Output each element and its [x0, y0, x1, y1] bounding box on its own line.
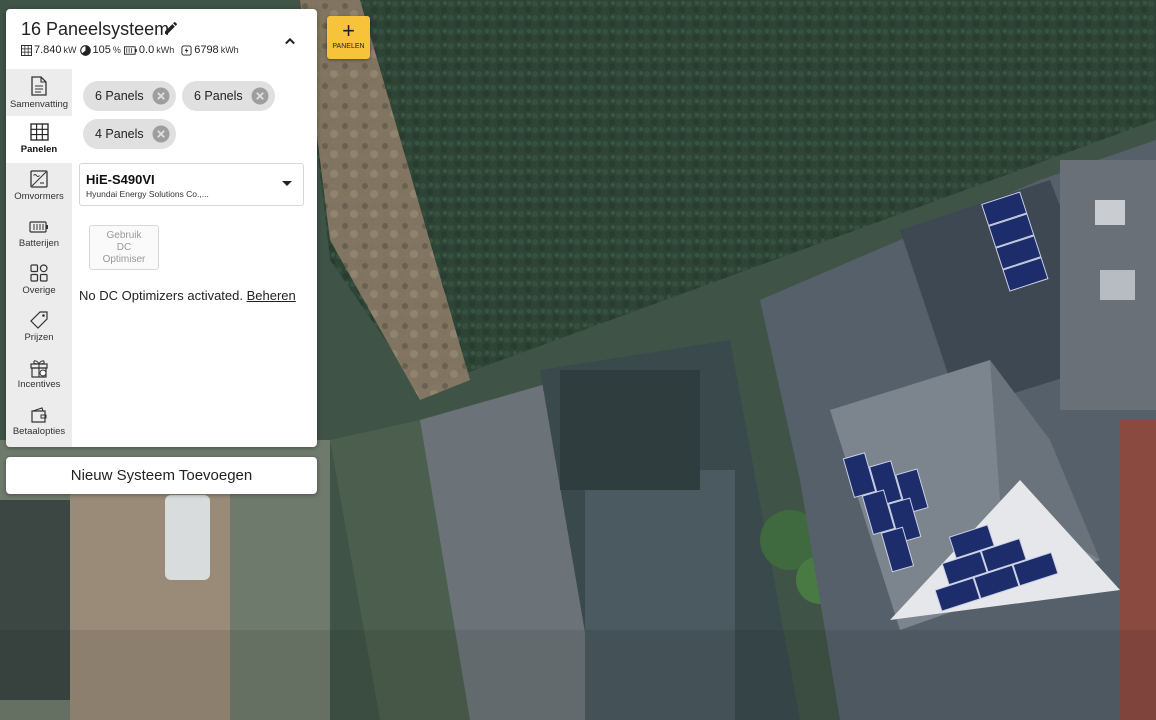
nav-label: Omvormers [14, 191, 64, 202]
nav-item-prijzen[interactable]: Prijzen [6, 304, 72, 351]
plus-icon: + [342, 18, 355, 43]
chip-label: 4 Panels [95, 127, 144, 141]
stat-production-value: 6798 [194, 44, 219, 56]
price-tag-icon [30, 311, 48, 329]
solar-panel-icon [21, 44, 32, 56]
stat-ratio: 105 % [79, 44, 121, 56]
button-line: Optimiser [102, 254, 146, 265]
wallet-icon [31, 407, 47, 423]
system-title: 16 Paneelsysteem [21, 19, 170, 39]
chip-label: 6 Panels [194, 89, 243, 103]
panel-group-chip[interactable]: 6 Panels [83, 81, 176, 111]
stat-ratio-value: 105 [92, 44, 111, 56]
system-panel: 16 Paneelsysteem 7.840 kW 105 % 0.0 kWh … [6, 9, 317, 447]
battery-icon [29, 221, 48, 233]
nav-label: Samenvatting [9, 99, 69, 110]
add-panels-label: PANELEN [332, 43, 365, 50]
stat-battery: 0.0 kWh [123, 44, 175, 56]
panel-model-vendor: Hyundai Energy Solutions Co.,... [86, 189, 209, 199]
nav-item-samenvatting[interactable]: Samenvatting [6, 69, 72, 116]
nav-item-omvormers[interactable]: Omvormers [6, 163, 72, 210]
chip-label: 6 Panels [95, 89, 144, 103]
caret-down-icon [282, 181, 292, 186]
stat-production-unit: kWh [220, 45, 239, 55]
system-stats: 7.840 kW 105 % 0.0 kWh 6798 kWh [21, 44, 242, 56]
system-header: 16 Paneelsysteem 7.840 kW 105 % 0.0 kWh … [6, 9, 317, 69]
panels-content: 6 Panels 6 Panels 4 Panels HiE-S490VI Hy… [72, 69, 317, 447]
nav-item-overige[interactable]: Overige [6, 257, 72, 304]
stat-power: 7.840 kW [21, 44, 77, 56]
panel-model-select[interactable]: HiE-S490VI Hyundai Energy Solutions Co.,… [79, 163, 304, 206]
use-dc-optimiser-button[interactable]: Gebruik DC Optimiser [89, 225, 159, 270]
button-line: DC [116, 242, 132, 253]
nav-label: Incentives [17, 379, 61, 390]
add-new-system-button[interactable]: Nieuw Systeem Toevoegen [6, 457, 317, 494]
panel-model-name: HiE-S490VI [86, 172, 155, 187]
manage-link[interactable]: Beheren [247, 288, 296, 303]
nav-item-incentives[interactable]: Incentives [6, 351, 72, 398]
panel-group-chip[interactable]: 6 Panels [182, 81, 275, 111]
nav-item-betaalopties[interactable]: Betaalopties [6, 398, 72, 445]
inverter-icon [30, 170, 48, 188]
stat-ratio-unit: % [112, 45, 121, 55]
pie-gauge-icon [79, 44, 91, 56]
close-circle-icon[interactable] [251, 87, 269, 105]
pencil-icon[interactable] [163, 20, 179, 36]
close-circle-icon[interactable] [152, 87, 170, 105]
nav-item-panelen[interactable]: Panelen [6, 116, 72, 163]
nav-label: Prijzen [24, 332, 54, 343]
close-circle-icon[interactable] [152, 125, 170, 143]
stat-production: 6798 kWh [181, 44, 239, 56]
add-panels-button[interactable]: + PANELEN [327, 16, 370, 59]
solar-panel-icon [29, 123, 49, 141]
chevron-up-icon[interactable] [280, 31, 300, 51]
battery-icon [123, 45, 137, 55]
optimizer-status: No DC Optimizers activated. Beheren [79, 288, 296, 303]
gift-icon [30, 360, 48, 378]
nav-label: Betaalopties [12, 426, 66, 437]
stat-battery-value: 0.0 [138, 44, 155, 56]
nav-label: Batterijen [18, 238, 60, 249]
stat-power-unit: kW [63, 45, 77, 55]
button-line: Gebruik [106, 230, 142, 241]
optimizer-note-text: No DC Optimizers activated. [79, 288, 247, 303]
stat-battery-unit: kWh [156, 45, 175, 55]
energy-bolt-icon [181, 44, 192, 56]
grid-apps-icon [30, 264, 48, 282]
side-nav: Samenvatting Panelen Omvormers Batterije… [6, 69, 72, 447]
nav-label: Overige [22, 285, 56, 296]
panel-group-chip[interactable]: 4 Panels [83, 119, 176, 149]
nav-item-batterijen[interactable]: Batterijen [6, 210, 72, 257]
nav-label: Panelen [20, 144, 58, 155]
stat-power-value: 7.840 [34, 44, 62, 56]
document-icon [31, 76, 47, 96]
